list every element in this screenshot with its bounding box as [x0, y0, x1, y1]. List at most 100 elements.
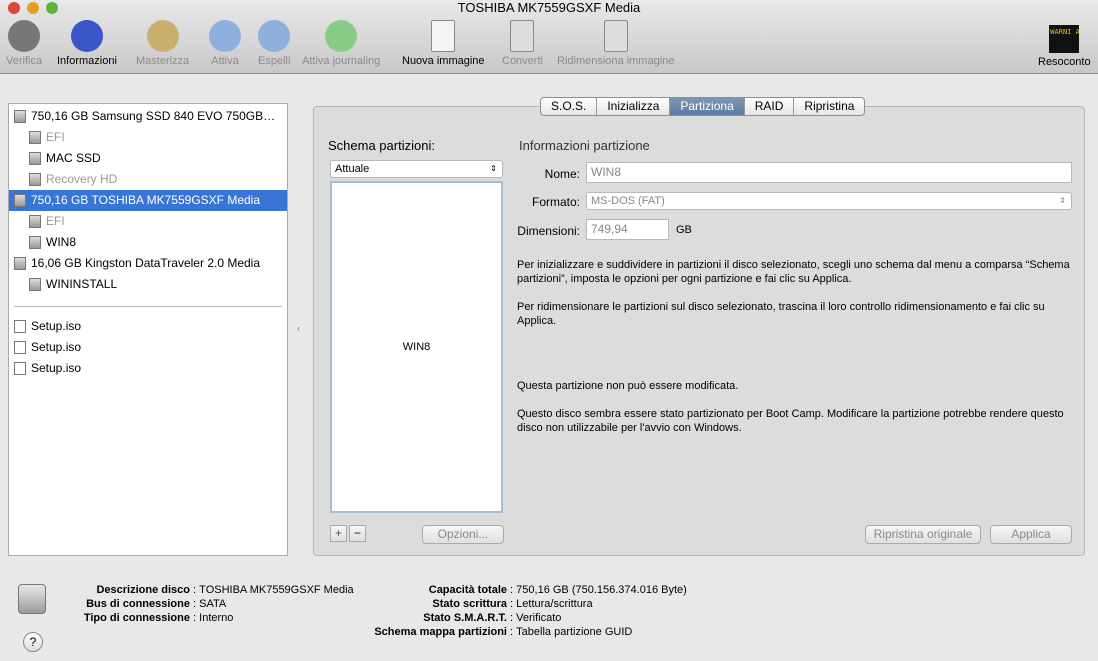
info-key: Bus di connessione [86, 598, 190, 610]
info-key: Descrizione disco [96, 584, 190, 596]
sidebar-item-label: WIN8 [46, 235, 76, 249]
tab-partiziona[interactable]: Partiziona [670, 98, 745, 115]
divider [14, 306, 282, 307]
partition-info-title: Informazioni partizione [519, 138, 650, 153]
info-value: 750,16 GB (750.156.374.016 Byte) [516, 584, 687, 596]
info-icon [70, 20, 103, 52]
sidebar-item[interactable]: WIN8 [9, 232, 287, 253]
toolbar-label: Attiva [211, 55, 239, 67]
toolbar-label: Nuova immagine [402, 55, 485, 67]
scheme-label: Schema partizioni: [328, 138, 435, 153]
splitter-handle[interactable]: ‹ [297, 323, 300, 333]
sidebar-image-item[interactable]: Setup.iso [9, 358, 287, 379]
remove-partition-button[interactable]: − [349, 525, 366, 542]
sidebar-item[interactable]: WININSTALL [9, 274, 287, 295]
toolbar-label: Ridimensiona immagine [557, 55, 675, 67]
toolbar-attiva-button[interactable]: Attiva [209, 20, 241, 67]
revert-button[interactable]: Ripristina originale [865, 525, 981, 544]
sidebar-item-label: EFI [46, 214, 65, 228]
sidebar-item-label: Setup.iso [31, 361, 82, 375]
sidebar-item-label: EFI [46, 130, 65, 144]
disk-icon [29, 131, 41, 144]
sidebar-item-label: MAC SSD [46, 151, 101, 165]
tab-sos[interactable]: S.O.S. [541, 98, 598, 115]
partition-panel: Schema partizioni: Attuale ⇕ WIN8 + − Opz… [313, 106, 1085, 556]
toolbar-label: Converti [502, 55, 543, 67]
sidebar-image-item[interactable]: Setup.iso [9, 337, 287, 358]
sidebar-item-label: Recovery HD [46, 172, 118, 186]
apply-button[interactable]: Applica [990, 525, 1072, 544]
sidebar-item-label: 750,16 GB Samsung SSD 840 EVO 750GB… [31, 109, 276, 123]
info-key: Schema mappa partizioni [374, 626, 507, 638]
toolbar-informazioni-button[interactable]: Informazioni [57, 20, 117, 67]
sidebar-item-label: 750,16 GB TOSHIBA MK7559GSXF Media [31, 193, 261, 207]
size-unit: GB [676, 224, 692, 236]
disk-icon [14, 257, 26, 270]
microscope-icon [8, 20, 41, 52]
toolbar-espelli-button[interactable]: Espelli [258, 20, 290, 67]
toolbar-label: Attiva journaling [302, 55, 381, 67]
sidebar-item[interactable]: 750,16 GB TOSHIBA MK7559GSXF Media [9, 190, 287, 211]
console-icon: WARNI AY 7:36 [1049, 25, 1080, 53]
add-partition-button[interactable]: + [330, 525, 347, 542]
toolbar-converti-button[interactable]: Converti [502, 20, 543, 67]
info-value: TOSHIBA MK7559GSXF Media [199, 584, 354, 596]
sidebar-item-label: Setup.iso [31, 319, 82, 333]
info-key: Stato scrittura [432, 598, 507, 610]
mount-icon [209, 20, 241, 52]
format-select: MS-DOS (FAT) ⇕ [586, 192, 1072, 210]
toolbar-attiva-journaling-button[interactable]: Attiva journaling [302, 20, 380, 67]
log-button[interactable]: WARNI AY 7:36 Resoconto [1038, 20, 1091, 68]
toolbar-nuova-immagine-button[interactable]: Nuova immagine [402, 20, 485, 67]
disk-icon [29, 152, 41, 165]
note-not-modifiable: Questa partizione non può essere modific… [517, 380, 739, 392]
info-value: Verificato [516, 612, 562, 624]
name-field[interactable]: WIN8 [586, 162, 1072, 183]
disk-icon [29, 236, 41, 249]
toolbar-label: Informazioni [57, 55, 117, 67]
disk-info-left: Descrizione disco : TOSHIBA MK7559GSXF M… [60, 583, 354, 625]
info-value: Interno [199, 612, 234, 624]
sidebar-image-item[interactable]: Setup.iso [9, 316, 287, 337]
info-value: Lettura/scrittura [516, 598, 593, 610]
partition-layout[interactable]: WIN8 [330, 181, 503, 513]
sidebar-item[interactable]: 750,16 GB Samsung SSD 840 EVO 750GB… [9, 106, 287, 127]
eject-icon [258, 20, 291, 52]
tab-raid[interactable]: RAID [745, 98, 795, 115]
sidebar-item[interactable]: Recovery HD [9, 169, 287, 190]
help-text-resize: Per ridimensionare le partizioni sul dis… [517, 301, 1045, 327]
size-field[interactable]: 749,94 [586, 219, 669, 240]
disk-icon [14, 110, 26, 123]
toolbar-ridimensiona-immagine-button[interactable]: Ridimensiona immagine [557, 20, 674, 67]
tab-bar: S.O.S. Inizializza Partiziona RAID Ripristin… [540, 97, 866, 116]
info-value: Tabella partizione GUID [516, 626, 633, 638]
info-value: SATA [199, 598, 227, 610]
disk-icon [29, 173, 41, 186]
tab-ripristina[interactable]: Ripristina [794, 98, 864, 115]
disk-image-icon [14, 320, 26, 333]
sidebar-item-label: 16,06 GB Kingston DataTraveler 2.0 Media [31, 256, 261, 270]
options-button[interactable]: Opzioni... [422, 525, 504, 544]
toolbar-masterizza-button[interactable]: Masterizza [136, 20, 189, 67]
sidebar-item-label: WININSTALL [46, 277, 118, 291]
toolbar-label: Verifica [6, 55, 43, 67]
toolbar-verifica-button[interactable]: Verifica [6, 20, 42, 67]
disk-image-icon [14, 362, 26, 375]
sidebar-item[interactable]: EFI [9, 211, 287, 232]
info-key: Capacità totale [428, 584, 507, 596]
tab-inizializza[interactable]: Inizializza [597, 98, 671, 115]
sidebar-item[interactable]: MAC SSD [9, 148, 287, 169]
log-label: Resoconto [1038, 56, 1091, 68]
toolbar-label: Masterizza [136, 55, 190, 67]
window-title: TOSHIBA MK7559GSXF Media [457, 0, 641, 15]
disk-list[interactable]: 750,16 GB Samsung SSD 840 EVO 750GB… EFI… [8, 103, 288, 556]
help-button[interactable]: ? [23, 632, 43, 652]
sidebar-item[interactable]: 16,06 GB Kingston DataTraveler 2.0 Media [9, 253, 287, 274]
info-key: Stato S.M.A.R.T. [423, 612, 507, 624]
journaling-icon [325, 20, 358, 52]
sidebar-item[interactable]: EFI [9, 127, 287, 148]
scheme-select[interactable]: Attuale ⇕ [330, 160, 503, 178]
partition-block-win8[interactable]: WIN8 [332, 341, 501, 353]
title-bar: TOSHIBA MK7559GSXF Media Verifica Inform… [0, 0, 1098, 74]
info-key: Tipo di connessione [83, 612, 190, 624]
